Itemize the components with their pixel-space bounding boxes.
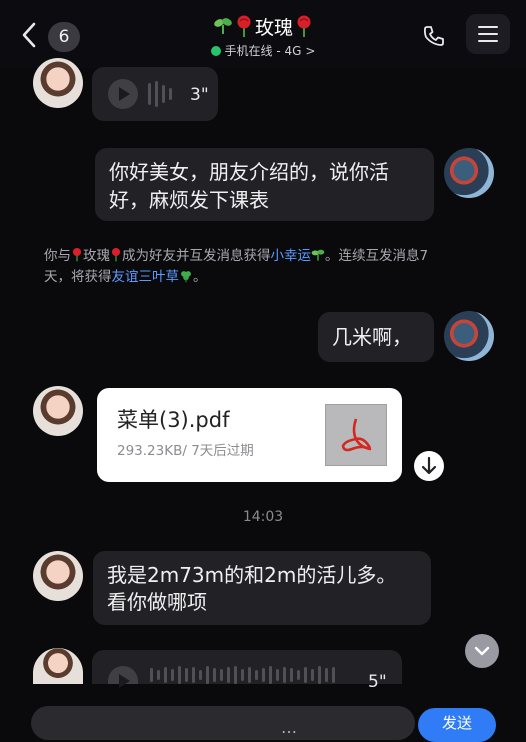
rose-icon: [111, 247, 121, 262]
message-input[interactable]: …: [31, 706, 415, 740]
waveform: [150, 666, 335, 684]
message-line: 好，麻烦发下课表: [109, 188, 269, 212]
scroll-to-bottom-button[interactable]: [465, 634, 499, 668]
voice-duration: 5": [368, 672, 387, 692]
clover-icon: [181, 271, 191, 283]
contact-name: 玫瑰: [0, 12, 526, 40]
clover-link[interactable]: 友谊三叶草: [112, 269, 180, 285]
notice-text: 。: [193, 269, 207, 285]
chat-header: 6 玫瑰 手机在线 - 4G >: [0, 0, 526, 68]
contact-avatar[interactable]: [33, 648, 83, 684]
contact-name-text: 玫瑰: [254, 16, 293, 39]
rose-icon: [297, 15, 311, 37]
file-name: 菜单(3).pdf: [117, 408, 230, 432]
online-status: 手机在线 - 4G >: [0, 42, 526, 59]
chat-title-area[interactable]: 玫瑰 手机在线 - 4G >: [0, 12, 526, 59]
voice-duration: 3": [190, 85, 209, 105]
download-arrow-icon: [421, 456, 437, 475]
notice-text: 。连续互发消息7: [325, 248, 429, 264]
input-text: …: [281, 718, 297, 737]
menu-line: [478, 33, 498, 35]
lucky-link[interactable]: 小幸运: [271, 248, 312, 264]
contact-avatar[interactable]: [33, 58, 83, 108]
sprout-icon: [214, 18, 232, 34]
text-message[interactable]: 几米啊，: [318, 312, 434, 362]
notice-text: 你与: [44, 248, 71, 264]
voice-message[interactable]: 5": [92, 650, 402, 692]
my-avatar[interactable]: [444, 311, 494, 361]
message-timestamp: 14:03: [242, 509, 284, 525]
file-meta: 293.23KB/ 7天后过期: [117, 443, 254, 459]
message-line: 看你做哪项: [107, 590, 207, 614]
text-message[interactable]: 你好美女，朋友介绍的，说你活 好，麻烦发下课表: [95, 148, 434, 221]
menu-line: [478, 26, 498, 28]
file-message[interactable]: 菜单(3).pdf 293.23KB/ 7天后过期: [97, 388, 402, 482]
send-button[interactable]: 发送: [418, 708, 496, 742]
play-icon: [108, 79, 138, 109]
download-button[interactable]: [414, 451, 444, 481]
status-chevron: >: [305, 43, 316, 58]
online-dot-icon: [210, 45, 221, 56]
menu-line: [478, 40, 498, 42]
notice-text: 成为好友并互发消息获得: [122, 248, 271, 264]
pdf-icon: [341, 418, 372, 452]
message-line: 你好美女，朋友介绍的，说你活: [109, 160, 389, 184]
pdf-thumbnail: [325, 404, 387, 466]
notice-text: 天，将获得: [44, 269, 112, 285]
message-line: 几米啊，: [332, 325, 412, 349]
status-text: 手机在线 - 4G: [224, 44, 302, 58]
contact-avatar[interactable]: [33, 386, 83, 436]
rose-icon: [237, 15, 251, 37]
contact-avatar[interactable]: [33, 551, 83, 601]
my-avatar[interactable]: [444, 148, 494, 198]
friendship-notice: 你与 玫瑰 成为好友并互发消息获得小幸运 。连续互发消息7 天，将获得友谊三叶草。: [44, 246, 484, 288]
chevron-down-icon: [474, 646, 490, 656]
message-line: 我是2m73m的和2m的活儿多。: [107, 563, 397, 587]
play-icon: [108, 666, 138, 688]
text-message[interactable]: 我是2m73m的和2m的活儿多。 看你做哪项: [93, 551, 431, 625]
waveform: [148, 81, 172, 107]
notice-name: 玫瑰: [83, 248, 110, 264]
sprout-icon: [311, 249, 325, 261]
phone-icon[interactable]: [422, 24, 446, 48]
voice-message[interactable]: 3": [92, 67, 218, 121]
menu-button[interactable]: [466, 14, 510, 54]
rose-icon: [72, 247, 82, 262]
